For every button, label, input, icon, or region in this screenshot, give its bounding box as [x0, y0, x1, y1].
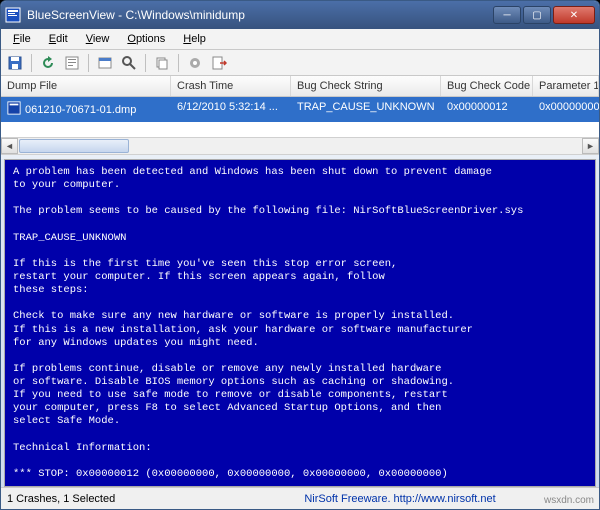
- window-title: BlueScreenView - C:\Windows\minidump: [27, 8, 493, 22]
- dump-list[interactable]: 061210-70671-01.dmp 6/12/2010 5:32:14 ..…: [1, 97, 599, 137]
- cell-dump-file: 061210-70671-01.dmp: [25, 104, 136, 116]
- col-dump-file[interactable]: Dump File: [1, 76, 171, 96]
- horizontal-scrollbar[interactable]: ◄ ►: [1, 137, 599, 155]
- minimize-button[interactable]: ─: [493, 6, 521, 24]
- refresh-icon[interactable]: [38, 53, 58, 73]
- status-left: 1 Crashes, 1 Selected: [7, 493, 207, 505]
- table-row[interactable]: 061210-70671-01.dmp 6/12/2010 5:32:14 ..…: [1, 97, 599, 122]
- toolbar-separator: [88, 54, 89, 72]
- menu-view[interactable]: View: [78, 31, 118, 47]
- menu-help[interactable]: Help: [175, 31, 214, 47]
- save-icon[interactable]: [5, 53, 25, 73]
- col-bug-check-string[interactable]: Bug Check String: [291, 76, 441, 96]
- settings-icon[interactable]: [185, 53, 205, 73]
- menubar: File Edit View Options Help: [1, 29, 599, 50]
- copy-icon[interactable]: [152, 53, 172, 73]
- scroll-right-icon[interactable]: ►: [582, 138, 599, 154]
- col-parameter-1[interactable]: Parameter 1: [533, 76, 599, 96]
- menu-options[interactable]: Options: [119, 31, 173, 47]
- scroll-left-icon[interactable]: ◄: [1, 138, 18, 154]
- col-bug-check-code[interactable]: Bug Check Code: [441, 76, 533, 96]
- status-link[interactable]: NirSoft Freeware. http://www.nirsoft.net: [207, 493, 593, 505]
- scroll-thumb[interactable]: [19, 139, 129, 153]
- app-icon: [5, 7, 21, 23]
- menu-file[interactable]: File: [5, 31, 39, 47]
- toolbar-separator: [178, 54, 179, 72]
- window-buttons: ─ ▢ ✕: [493, 6, 595, 24]
- toolbar-separator: [145, 54, 146, 72]
- cell-bug-string: TRAP_CAUSE_UNKNOWN: [291, 97, 441, 122]
- dump-file-icon: [7, 101, 21, 118]
- menu-edit[interactable]: Edit: [41, 31, 76, 47]
- scroll-track[interactable]: [18, 139, 582, 153]
- maximize-button[interactable]: ▢: [523, 6, 551, 24]
- bsod-preview: A problem has been detected and Windows …: [4, 159, 596, 487]
- statusbar: 1 Crashes, 1 Selected NirSoft Freeware. …: [1, 487, 599, 509]
- col-crash-time[interactable]: Crash Time: [171, 76, 291, 96]
- titlebar[interactable]: BlueScreenView - C:\Windows\minidump ─ ▢…: [1, 1, 599, 29]
- cell-crash-time: 6/12/2010 5:32:14 ...: [171, 97, 291, 122]
- properties-icon[interactable]: [62, 53, 82, 73]
- watermark: wsxdn.com: [544, 495, 594, 506]
- cell-bug-code: 0x00000012: [441, 97, 533, 122]
- exit-icon[interactable]: [209, 53, 229, 73]
- list-header: Dump File Crash Time Bug Check String Bu…: [1, 76, 599, 97]
- cell-param1: 0x00000000: [533, 97, 599, 122]
- close-button[interactable]: ✕: [553, 6, 595, 24]
- toolbar-separator: [31, 54, 32, 72]
- find-icon[interactable]: [119, 53, 139, 73]
- toolbar: [1, 50, 599, 76]
- options-icon[interactable]: [95, 53, 115, 73]
- app-window: BlueScreenView - C:\Windows\minidump ─ ▢…: [0, 0, 600, 510]
